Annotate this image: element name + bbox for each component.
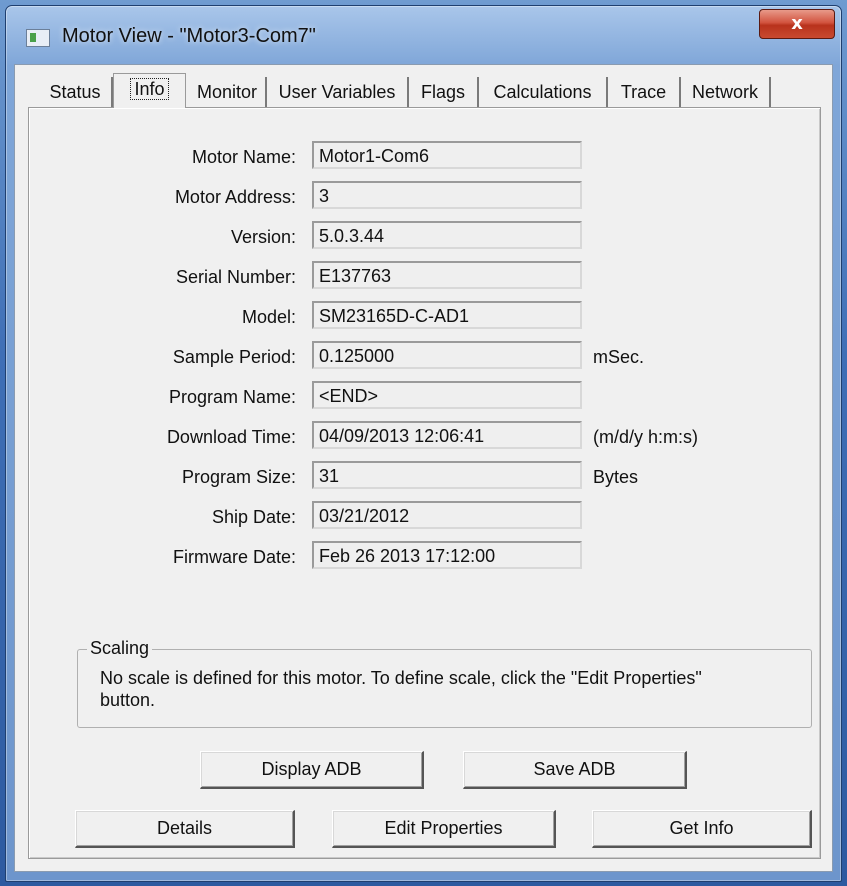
unit-label: Bytes [593,467,639,487]
tab-info[interactable]: Info [113,73,186,108]
window-client-area: Status Info Monitor User Variables Flags… [14,64,833,872]
field-row-program-size: Program Size: 31 Bytes [29,461,809,493]
unit-label: (m/d/y h:m:s) [593,427,699,447]
tab-network[interactable]: Network [681,77,771,107]
tab-label: Calculations [493,82,592,102]
field-label: Sample Period: [172,347,296,367]
field-row-program-name: Program Name: <END> [29,381,809,413]
field-row-sample-period: Sample Period: 0.125000 mSec. [29,341,809,373]
tab-label: Network [691,82,758,102]
program-size-field[interactable]: 31 [312,461,582,489]
tab-label: Info [130,78,169,100]
field-label: Model: [241,307,296,327]
tab-flags[interactable]: Flags [409,77,479,107]
field-label: Serial Number: [175,267,296,287]
tab-label: Monitor [196,82,258,102]
app-icon [26,29,50,47]
field-label: Version: [230,227,296,247]
title-bar[interactable]: Motor View - "Motor3-Com7" x [6,6,841,62]
motor-name-field[interactable]: Motor1-Com6 [312,141,582,169]
tab-trace[interactable]: Trace [608,77,681,107]
display-adb-button[interactable]: Display ADB [200,751,424,789]
field-label: Firmware Date: [172,547,296,567]
tab-user-variables[interactable]: User Variables [267,77,409,107]
field-row-model: Model: SM23165D-C-AD1 [29,301,809,333]
field-label: Motor Address: [174,187,296,207]
window-title: Motor View - "Motor3-Com7" [62,25,316,47]
save-adb-button[interactable]: Save ADB [463,751,687,789]
field-label: Program Size: [181,467,296,487]
field-label: Ship Date: [211,507,296,527]
serial-number-field[interactable]: E137763 [312,261,582,289]
unit-label: mSec. [593,347,645,367]
field-row-download-time: Download Time: 04/09/2013 12:06:41 (m/d/… [29,421,809,453]
field-row-motor-address: Motor Address: 3 [29,181,809,213]
tab-monitor[interactable]: Monitor [189,77,267,107]
scaling-text: No scale is defined for this motor. To d… [100,668,702,710]
field-label: Program Name: [168,387,296,407]
field-row-ship-date: Ship Date: 03/21/2012 [29,501,809,533]
tab-label: Flags [420,82,465,102]
scaling-groupbox: Scaling No scale is defined for this mot… [77,638,812,728]
field-label: Motor Name: [191,147,296,167]
tab-label: Status [49,82,101,102]
field-row-motor-name: Motor Name: Motor1-Com6 [29,141,809,173]
version-field[interactable]: 5.0.3.44 [312,221,582,249]
model-field[interactable]: SM23165D-C-AD1 [312,301,582,329]
tab-label: User Variables [278,82,396,102]
motor-address-field[interactable]: 3 [312,181,582,209]
field-label: Download Time: [166,427,296,447]
tab-label: Trace [620,82,667,102]
program-name-field[interactable]: <END> [312,381,582,409]
field-row-serial-number: Serial Number: E137763 [29,261,809,293]
ship-date-field[interactable]: 03/21/2012 [312,501,582,529]
close-button[interactable]: x [759,9,835,39]
scaling-title: Scaling [87,638,153,659]
firmware-date-field[interactable]: Feb 26 2013 17:12:00 [312,541,582,569]
field-row-firmware-date: Firmware Date: Feb 26 2013 17:12:00 [29,541,809,573]
get-info-button[interactable]: Get Info [592,810,812,848]
edit-properties-button[interactable]: Edit Properties [332,810,556,848]
download-time-field[interactable]: 04/09/2013 12:06:41 [312,421,582,449]
details-button[interactable]: Details [75,810,295,848]
sample-period-field[interactable]: 0.125000 [312,341,582,369]
tab-calculations[interactable]: Calculations [479,77,608,107]
motor-view-window: Motor View - "Motor3-Com7" x Status Info… [5,5,842,882]
tab-status[interactable]: Status [39,77,113,107]
field-row-version: Version: 5.0.3.44 [29,221,809,253]
info-panel: Motor Name: Motor1-Com6 Motor Address: 3… [28,107,821,859]
